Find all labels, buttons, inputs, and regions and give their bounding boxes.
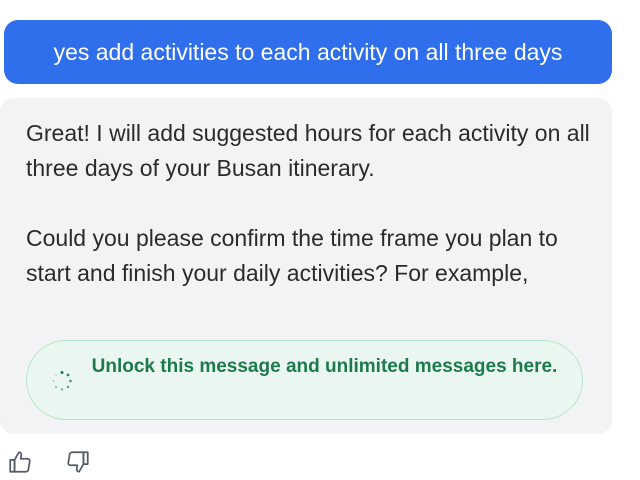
user-message-text: yes add activities to each activity on a… [53, 38, 563, 65]
loading-spinner-icon [51, 370, 73, 392]
unlock-message-button[interactable]: Unlock this message and unlimited messag… [26, 340, 583, 420]
thumbs-up-icon [7, 449, 33, 480]
assistant-paragraph-2: Could you please confirm the time frame … [26, 225, 558, 286]
like-button[interactable] [6, 450, 34, 478]
dislike-button[interactable] [64, 450, 92, 478]
user-message-bubble: yes add activities to each activity on a… [4, 20, 612, 84]
assistant-message-text: Great! I will add suggested hours for ea… [26, 116, 601, 291]
chat-page: yes add activities to each activity on a… [0, 0, 640, 480]
thumbs-down-icon [65, 449, 91, 480]
message-feedback-actions [6, 450, 92, 478]
unlock-message-label: Unlock this message and unlimited messag… [91, 356, 558, 377]
assistant-paragraph-1: Great! I will add suggested hours for ea… [26, 120, 590, 181]
